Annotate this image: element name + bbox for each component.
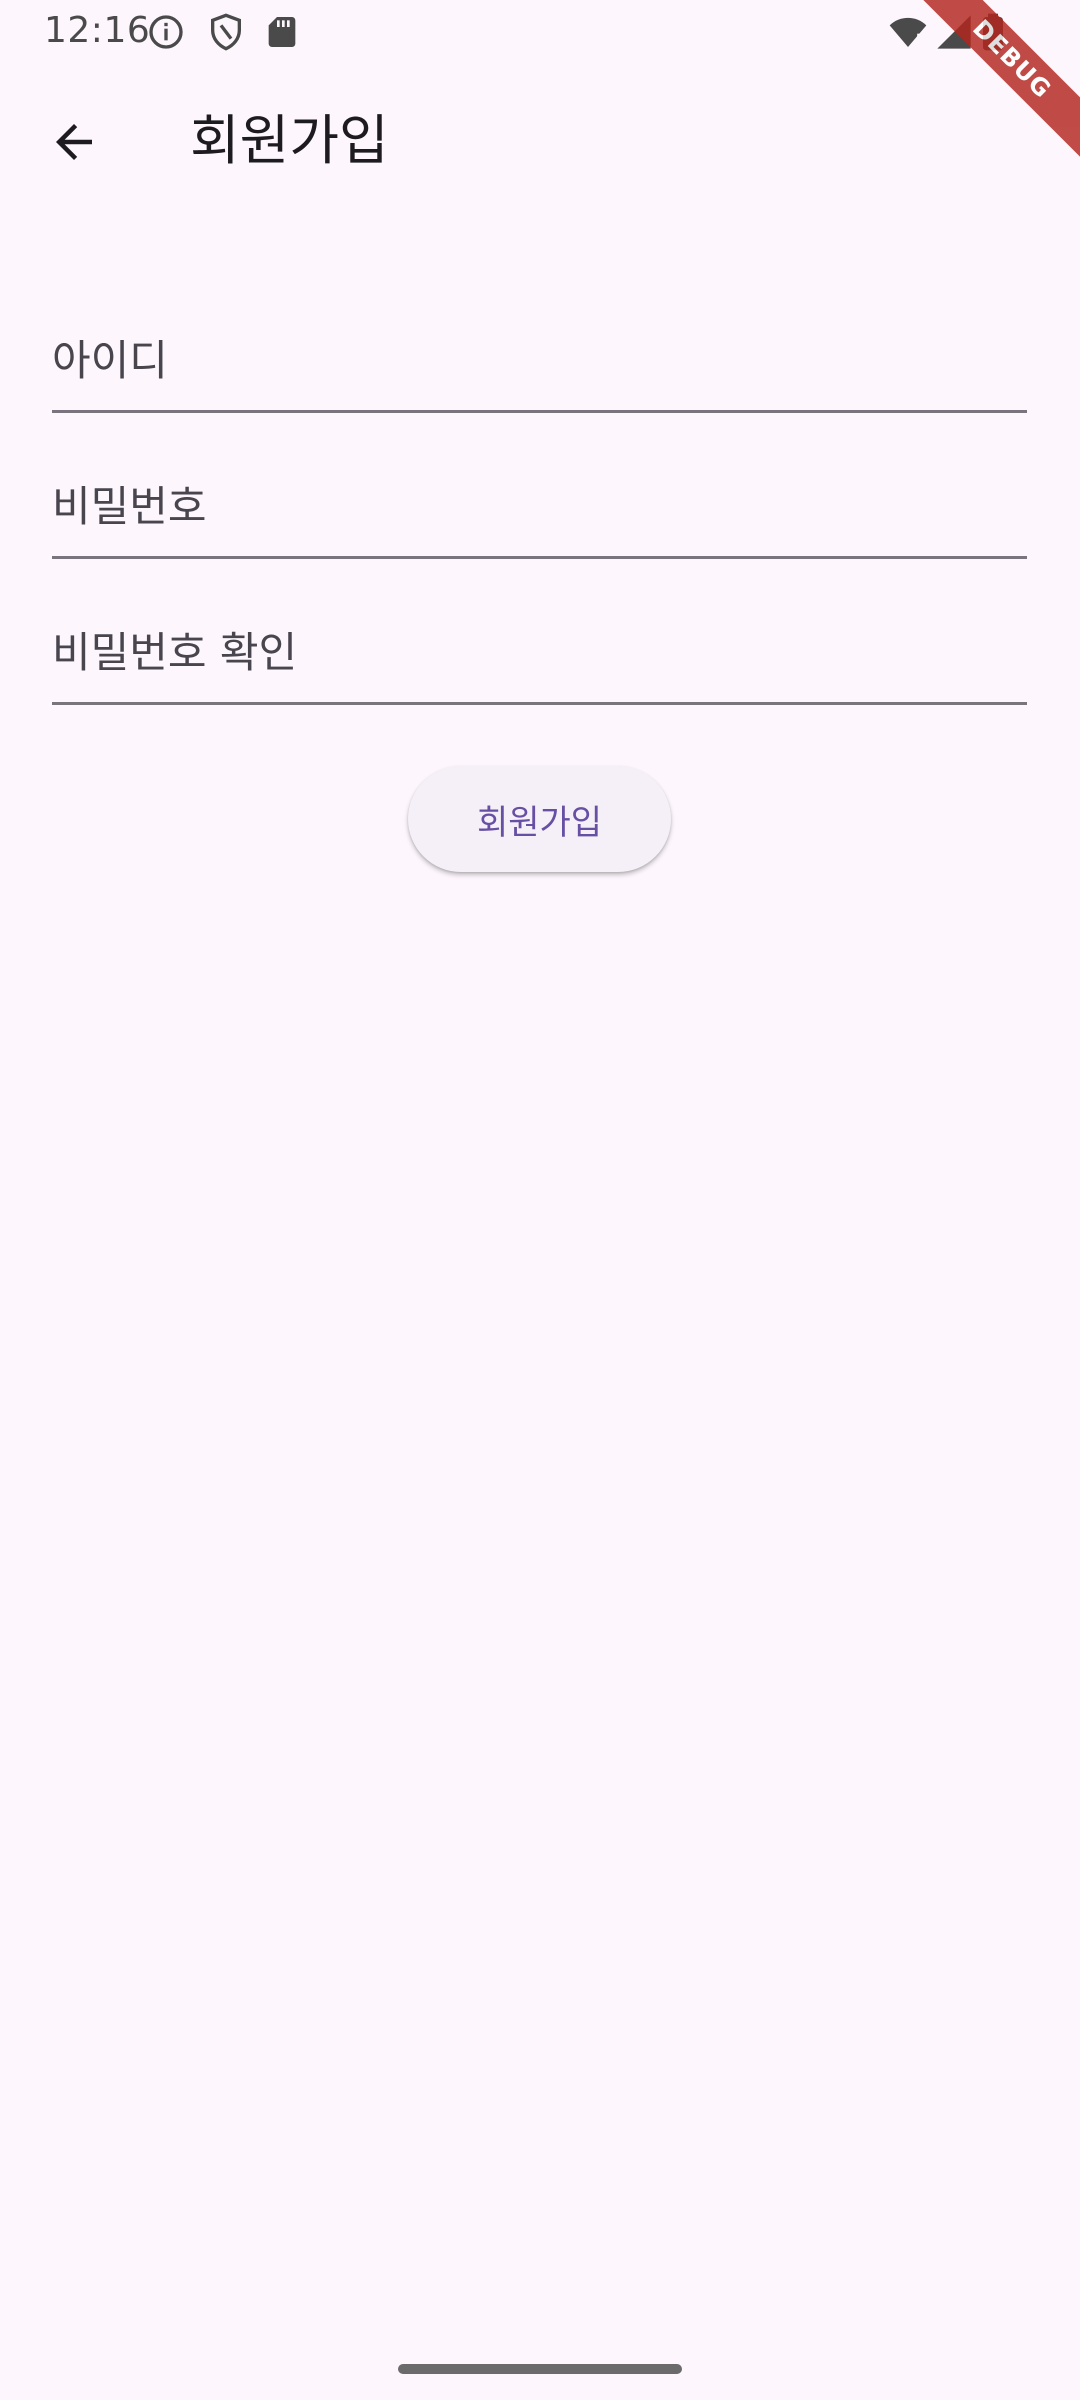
gesture-bar[interactable] xyxy=(398,2364,682,2374)
password-field-container xyxy=(52,446,1027,559)
sd-card-icon xyxy=(268,17,296,47)
app-bar: 회원가입 xyxy=(0,64,1080,212)
status-bar: 12:16 xyxy=(0,0,1080,64)
signup-button[interactable]: 회원가입 xyxy=(408,766,671,872)
username-input[interactable] xyxy=(52,300,1027,410)
password-input[interactable] xyxy=(52,446,1027,556)
shield-icon xyxy=(211,13,241,51)
page-title: 회원가입 xyxy=(190,109,389,172)
username-field-container xyxy=(52,300,1027,413)
status-time: 12:16 xyxy=(44,10,151,51)
password-confirm-input[interactable] xyxy=(52,592,1027,702)
info-icon xyxy=(149,15,183,49)
wifi-icon xyxy=(889,17,927,47)
back-button[interactable] xyxy=(34,102,114,182)
password-confirm-field-container xyxy=(52,592,1027,705)
arrow-back-icon xyxy=(56,124,92,160)
